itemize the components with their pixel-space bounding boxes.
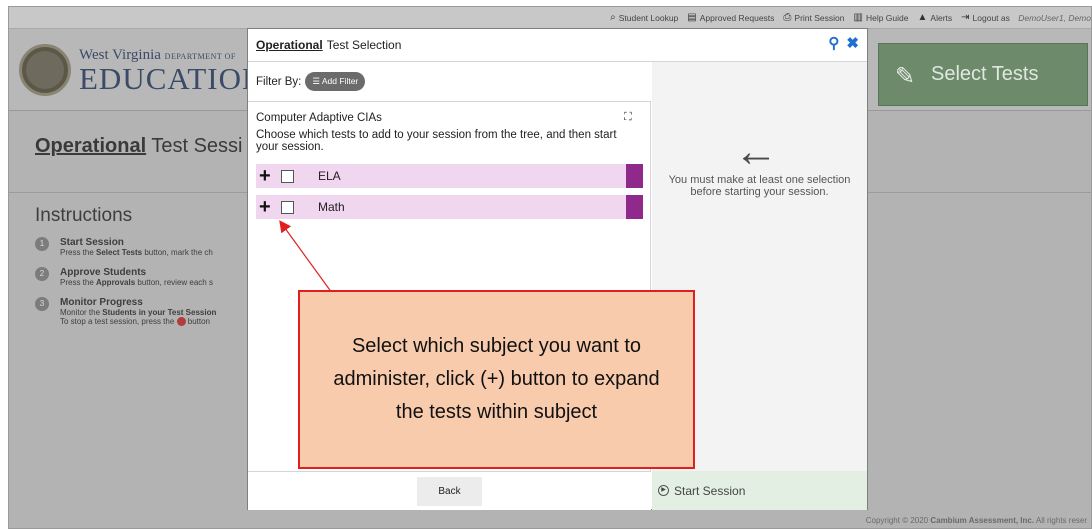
search-icon: ⌕ [610,12,616,23]
fullscreen-icon[interactable]: ⛶ [624,111,632,124]
student-lookup-link[interactable]: ⌕ Student Lookup [610,12,678,23]
help-guide-link[interactable]: ▥ Help Guide [854,12,909,23]
step-title: Start Session [60,237,124,248]
logo-line2: EDUCATION [79,60,266,96]
pencil-icon: ✎ [895,63,916,90]
add-filter-button[interactable]: ☰ Add Filter [305,72,366,91]
step-text: Monitor the [60,308,103,317]
instruction-step: 3 Monitor Progress Monitor the Students … [35,297,217,327]
step-text-line2: To stop a test session, press the [60,317,175,326]
pane-description: Choose which tests to add to your sessio… [256,129,617,153]
warning-icon: ▲ [917,12,928,23]
top-utility-bar: ⌕ Student Lookup ▤ Approved Requests ⎙ Prin… [9,7,1091,29]
select-tests-label: Select Tests [931,63,1039,85]
subject-color-bar [626,164,643,188]
book-icon: ▥ [853,12,863,23]
step-text: Press the [60,248,97,257]
callout-text: Select which subject you want to adminis… [333,335,660,423]
dialog-title-prefix: Operational [256,38,323,52]
document-icon: ▤ [687,12,697,23]
step-text: Press the [60,278,97,287]
step-text-bold: Approvals [96,278,136,287]
approved-requests-link[interactable]: ▤ Approved Requests [687,12,774,23]
play-icon: ▶ [658,485,669,496]
logout-link[interactable]: ⇥ Logout as DemoUser1, Demo [961,12,1091,23]
back-button[interactable]: Back [417,477,482,506]
step-text-post: button, review each s [135,278,213,287]
step-title: Approve Students [60,267,147,278]
arrow-left-icon: ← [734,127,778,176]
step-text-line2-post: button [185,317,210,326]
step-title: Monitor Progress [60,297,143,308]
page-title: Operational Test Sessi [35,135,243,158]
subject-row-math[interactable]: + Math [256,195,643,219]
filter-label: Filter By: [256,75,302,88]
logo-line1-small: DEPARTMENT OF [164,51,236,61]
user-name: DemoUser1, Demo [1018,12,1091,23]
subject-row-ela[interactable]: + ELA [256,164,643,188]
pane-title: Computer Adaptive CIAs [256,112,382,124]
step-number: 3 [35,297,49,311]
start-session-label: Start Session [674,483,746,498]
stop-icon [176,317,186,327]
step-text-post: button, mark the ch [142,248,213,257]
expand-plus-icon[interactable]: + [259,166,275,186]
dialog-header: Operational Test Selection ⚲ ✖ [248,29,867,62]
annotation-callout: Select which subject you want to adminis… [298,290,695,469]
logout-icon: ⇥ [961,12,970,23]
state-seal-icon [19,44,71,96]
start-session-button[interactable]: ▶ Start Session [652,471,867,510]
dialog-title: Test Selection [326,38,402,52]
session-title-text: Test Sessi [151,135,243,157]
subject-name: ELA [318,169,341,183]
instructions-panel: Instructions 1 Start Session Press the S… [35,205,216,336]
expand-plus-icon[interactable]: + [259,197,275,217]
step-text-bold: Students in your Test Session [102,308,217,317]
dialog-footer-left: Back [248,471,651,510]
instruction-step: 1 Start Session Press the Select Tests b… [35,237,216,257]
subject-checkbox[interactable] [281,169,294,183]
subject-name: Math [318,200,345,214]
selection-hint: You must make at least one selection bef… [668,174,851,198]
select-tests-button[interactable]: ✎ Select Tests [878,43,1088,106]
instruction-step: 2 Approve Students Press the Approvals b… [35,267,216,287]
step-number: 2 [35,267,49,281]
filter-row: Filter By: ☰ Add Filter [248,62,651,102]
session-prefix: Operational [35,135,147,157]
step-number: 1 [35,237,49,251]
close-icon[interactable]: ✖ [846,36,859,51]
printer-icon: ⎙ [783,12,792,23]
subject-checkbox[interactable] [281,200,294,214]
print-session-link[interactable]: ⎙ Print Session [783,12,844,23]
alerts-link[interactable]: ▲ Alerts [918,12,953,23]
instructions-heading: Instructions [35,205,133,226]
search-icon[interactable]: ⚲ [828,36,839,51]
copyright-footer: Copyright © 2020 Cambium Assessment, Inc… [865,516,1087,525]
subject-color-bar [626,195,643,219]
wv-education-logo: West Virginia DEPARTMENT OF EDUCATION [19,44,265,96]
step-text-bold: Select Tests [96,248,143,257]
